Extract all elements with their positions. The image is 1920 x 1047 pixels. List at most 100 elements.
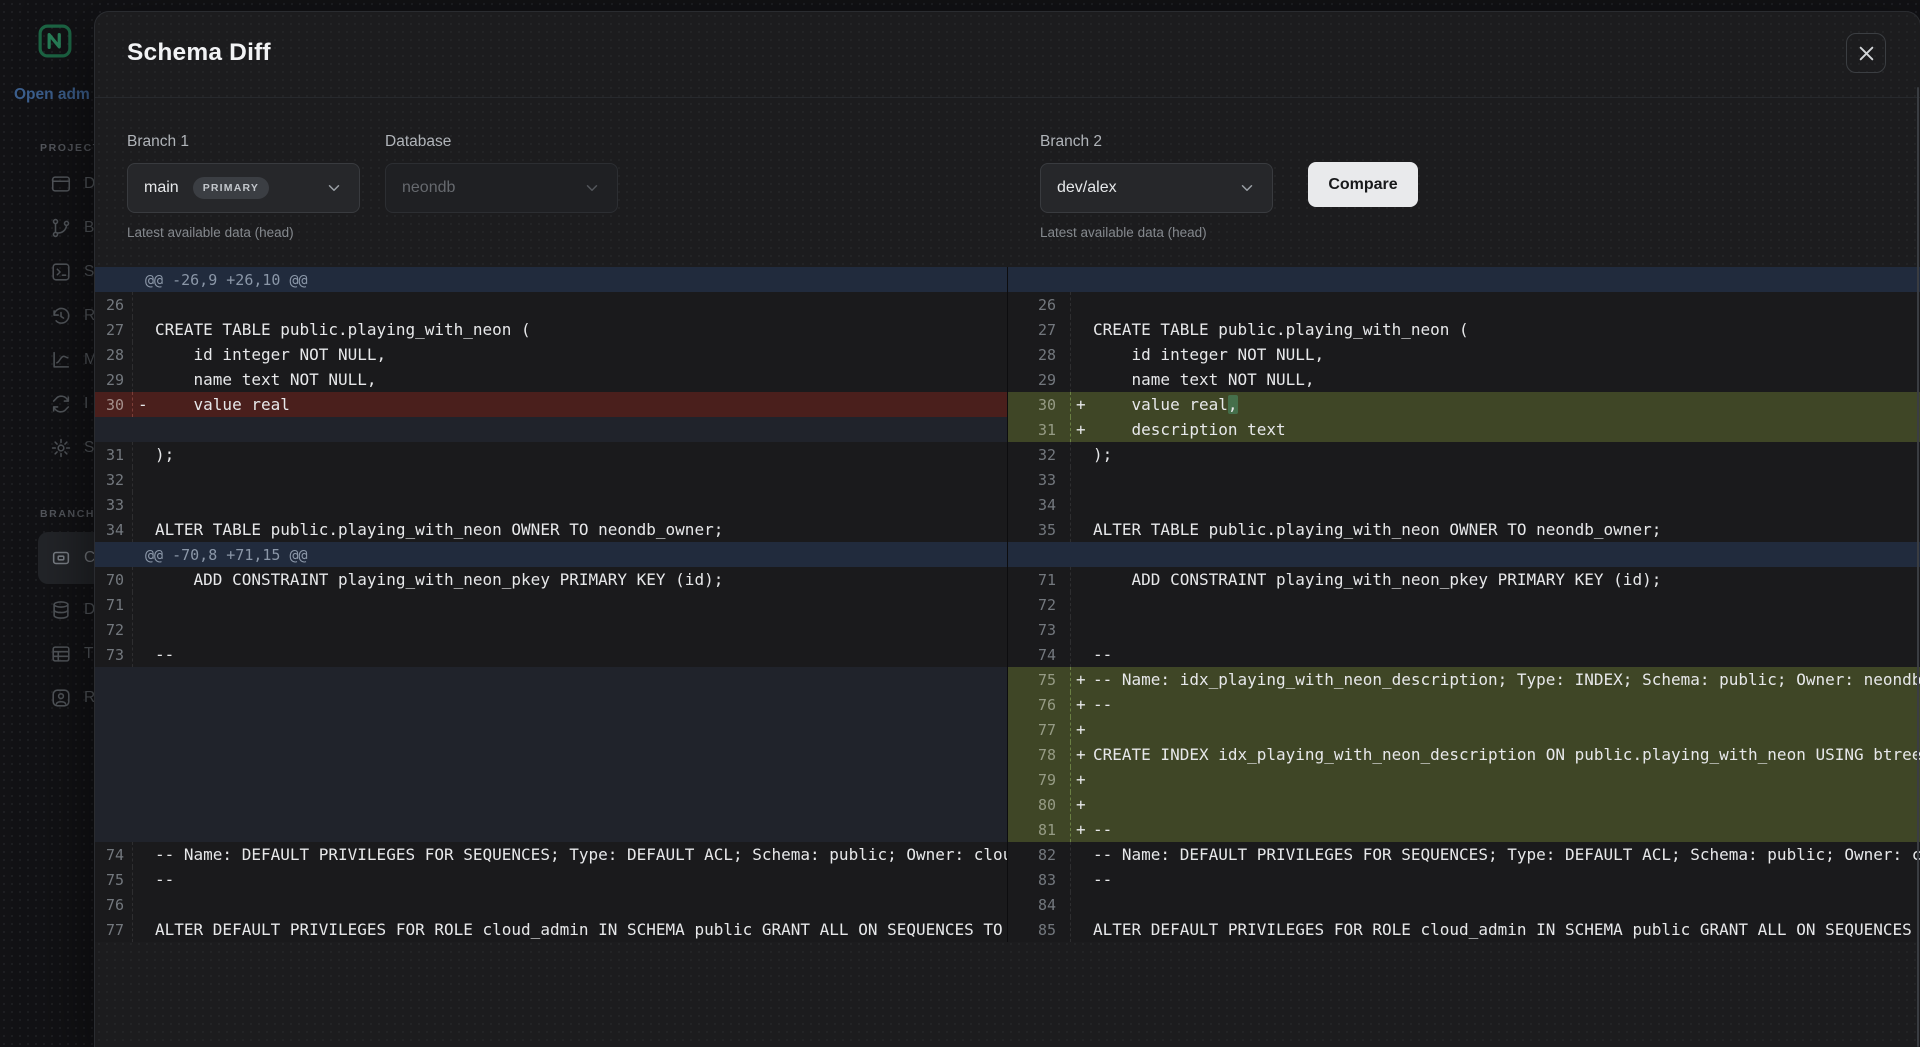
branch2-value: dev/alex	[1057, 179, 1117, 197]
line-number: 72	[1008, 592, 1071, 617]
sidebar-item[interactable]: D	[0, 588, 95, 632]
line-number: 79	[1008, 767, 1071, 792]
code-text	[1093, 792, 1920, 817]
word-diff-highlight: ,	[1228, 395, 1238, 414]
diff-row: 32	[95, 467, 1007, 492]
sidebar-item[interactable]: S	[0, 250, 95, 294]
code-text: -- Name: DEFAULT PRIVILEGES FOR SEQUENCE…	[1093, 842, 1920, 867]
code-text: CREATE TABLE public.playing_with_neon (	[1093, 317, 1920, 342]
diff-marker: +	[1071, 692, 1093, 717]
diff-marker	[1071, 917, 1093, 942]
diff-row: 27 CREATE TABLE public.playing_with_neon …	[1008, 317, 1920, 342]
code-text: -- Name: DEFAULT PRIVILEGES FOR SEQUENCE…	[155, 842, 1007, 867]
diff-row: 76	[95, 892, 1007, 917]
sidebar-item[interactable]: S	[0, 426, 95, 470]
sidebar-nav: PROJECTDBSRMISBRANCHCDTR	[0, 142, 95, 720]
code-text: ALTER DEFAULT PRIVILEGES FOR ROLE cloud_…	[1093, 917, 1920, 942]
database-select[interactable]: neondb	[385, 163, 618, 213]
sidebar-item[interactable]: R	[0, 294, 95, 338]
branch1-select[interactable]: main PRIMARY	[127, 163, 360, 213]
diff-row	[95, 717, 1007, 742]
diff-row: 71	[95, 592, 1007, 617]
code-text: ADD CONSTRAINT playing_with_neon_pkey PR…	[155, 567, 1007, 592]
diff-marker	[1071, 517, 1093, 542]
open-admin-link[interactable]: Open adm	[14, 86, 95, 104]
diff-row: 35ALTER TABLE public.playing_with_neon O…	[1008, 517, 1920, 542]
line-number: 72	[95, 617, 133, 642]
diff-row: 84	[1008, 892, 1920, 917]
code-text	[1093, 717, 1920, 742]
line-number: 77	[1008, 717, 1071, 742]
neon-logo-icon[interactable]	[38, 24, 72, 58]
monitoring-icon	[50, 349, 72, 371]
sidebar-item[interactable]: B	[0, 206, 95, 250]
line-number: 73	[1008, 617, 1071, 642]
diff-marker	[133, 342, 155, 367]
sidebar-item[interactable]: I	[0, 382, 95, 426]
branch1-value: main	[144, 179, 179, 197]
tables-icon	[50, 643, 72, 665]
line-number: 74	[95, 842, 133, 867]
code-text	[155, 492, 1007, 517]
line-number: 83	[1008, 867, 1071, 892]
code-text: -- Name: idx_playing_with_neon_descripti…	[1093, 667, 1920, 692]
code-text	[1093, 592, 1920, 617]
branch2-select[interactable]: dev/alex	[1040, 163, 1273, 213]
modal-header: Schema Diff	[95, 12, 1920, 97]
diff-marker	[133, 367, 155, 392]
code-text	[155, 892, 1007, 917]
line-number: 71	[1008, 567, 1071, 592]
sidebar-item-label: S	[84, 439, 94, 457]
line-number: 26	[95, 292, 133, 317]
sidebar-item-label: C	[84, 549, 95, 567]
close-button[interactable]	[1846, 33, 1886, 73]
diff-row	[95, 792, 1007, 817]
diff-marker: +	[1071, 742, 1093, 767]
line-number: 28	[1008, 342, 1071, 367]
code-text: --	[155, 642, 1007, 667]
diff-row	[95, 742, 1007, 767]
diff-marker	[1071, 467, 1093, 492]
diff-marker	[133, 317, 155, 342]
diff-marker	[1071, 567, 1093, 592]
line-number: 32	[1008, 442, 1071, 467]
sidebar-item[interactable]: C	[38, 532, 95, 584]
hunk-header-text	[1008, 267, 1058, 292]
diff-row: 34ALTER TABLE public.playing_with_neon O…	[95, 517, 1007, 542]
diff-row: 30- value real	[95, 392, 1007, 417]
sidebar-item[interactable]: T	[0, 632, 95, 676]
compute-icon	[50, 547, 72, 569]
diff-row: 27CREATE TABLE public.playing_with_neon …	[95, 317, 1007, 342]
code-text: CREATE TABLE public.playing_with_neon (	[155, 317, 1007, 342]
line-number: 27	[1008, 317, 1071, 342]
compare-button[interactable]: Compare	[1308, 162, 1418, 207]
line-number: 70	[95, 567, 133, 592]
code-text: --	[1093, 817, 1920, 842]
code-text	[1093, 292, 1920, 317]
sidebar-item[interactable]: R	[0, 676, 95, 720]
line-number: 73	[95, 642, 133, 667]
code-text: );	[155, 442, 1007, 467]
line-number: 26	[1008, 292, 1071, 317]
line-number: 33	[95, 492, 133, 517]
code-text: ADD CONSTRAINT playing_with_neon_pkey PR…	[1093, 567, 1920, 592]
line-number: 34	[95, 517, 133, 542]
line-number: 35	[1008, 517, 1071, 542]
roles-icon	[50, 687, 72, 709]
diff-marker: +	[1071, 417, 1093, 442]
diff-row: 26	[1008, 292, 1920, 317]
sidebar-item[interactable]: M	[0, 338, 95, 382]
chevron-down-icon	[583, 179, 601, 197]
code-text: id integer NOT NULL,	[1093, 342, 1920, 367]
sidebar-item-label: R	[84, 689, 95, 707]
compare-controls: Branch 1 main PRIMARY Latest available d…	[95, 97, 1920, 267]
settings-icon	[50, 437, 72, 459]
sidebar-item[interactable]: D	[0, 162, 95, 206]
diff-row: 34	[1008, 492, 1920, 517]
diff-marker	[133, 567, 155, 592]
line-number: 81	[1008, 817, 1071, 842]
line-number: 34	[1008, 492, 1071, 517]
branch2-label: Branch 2	[1040, 133, 1102, 151]
code-text	[155, 467, 1007, 492]
diff-view[interactable]: @@ -26,9 +26,10 @@2627CREATE TABLE publi…	[95, 267, 1920, 942]
